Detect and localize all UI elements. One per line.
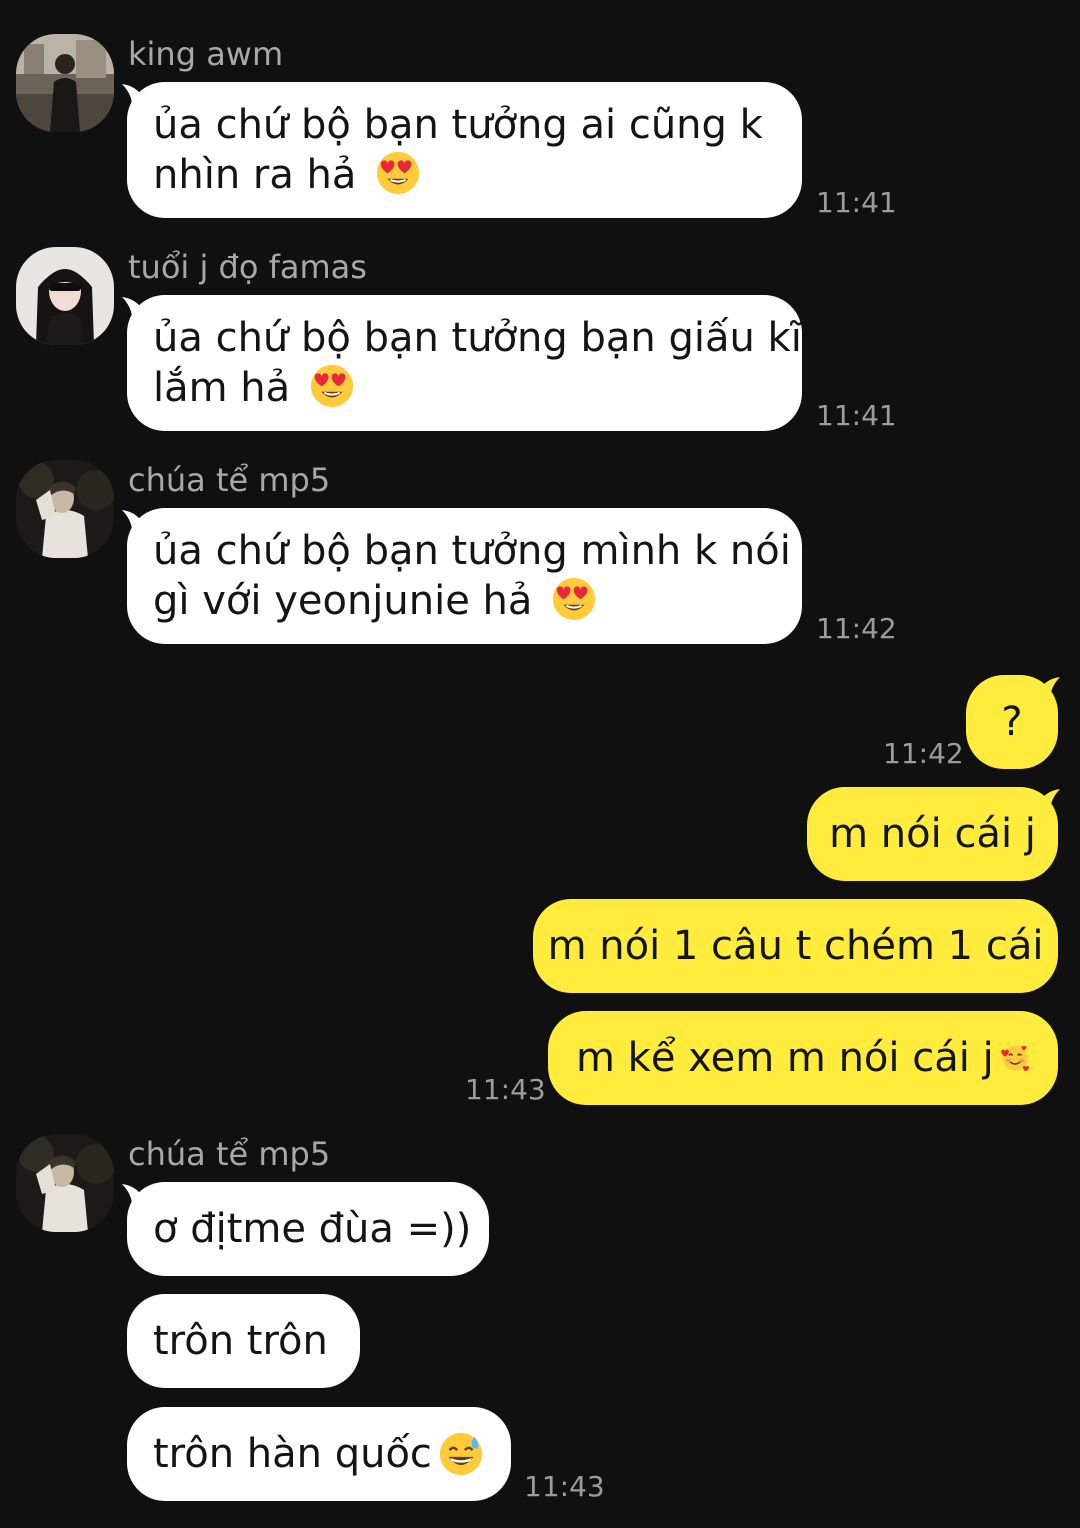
message-text: ơ địtme đùa =)) [153,1206,472,1252]
message-text: ủa chứ bộ bạn tưởng mình k nói [153,528,791,574]
sender-name: tuổi j đọ famas [128,248,367,286]
message-time: 11:41 [816,399,897,432]
message-bubble[interactable]: ủa chứ bộ bạn tưởng bạn giấu kĩ lắm hả [127,295,802,431]
message-bubble[interactable]: ủa chứ bộ bạn tưởng mình k nói gì với ye… [127,508,802,644]
heart-eyes-emoji-icon [553,577,596,621]
message-bubble[interactable]: ơ địtme đùa =)) [127,1182,489,1276]
heart-eyes-emoji-icon [310,364,353,408]
heart-eyes-emoji-icon [377,151,420,195]
message-bubble[interactable]: trôn trôn [127,1294,360,1388]
message-bubble-outgoing[interactable]: ? [966,675,1058,769]
sweat-smile-emoji-icon [439,1432,483,1476]
smiling-face-with-hearts-emoji-icon [1000,1045,1029,1072]
message-text: m kể xem m nói cái j [576,1035,994,1081]
message-text: m nói 1 câu t chém 1 cái [547,923,1044,969]
avatar-chua-te-mp5[interactable] [16,1134,114,1232]
message-bubble[interactable]: ủa chứ bộ bạn tưởng ai cũng k nhìn ra hả [127,82,802,218]
message-time: 11:42 [816,612,897,645]
message-bubble-outgoing[interactable]: m nói cái j [807,787,1058,881]
message-text: gì với yeonjunie hả [153,578,533,624]
avatar-king-awm[interactable] [16,34,114,132]
message-time: 11:43 [524,1470,605,1503]
sender-name: king awm [128,35,284,73]
message-text: ủa chứ bộ bạn tưởng bạn giấu kĩ [153,315,802,361]
sender-name: chúa tể mp5 [128,461,331,499]
avatar-tuoi-j-do-famas[interactable] [16,247,114,345]
avatar-chua-te-mp5[interactable] [16,460,114,558]
message-text: nhìn ra hả [153,152,357,198]
message-time: 11:42 [883,737,964,770]
message-text: m nói cái j [829,811,1036,857]
message-bubble[interactable]: trôn hàn quốc [127,1407,511,1501]
message-text: trôn trôn [153,1318,328,1364]
message-text: ? [1001,699,1023,745]
message-time: 11:43 [465,1073,546,1106]
message-bubble-outgoing[interactable]: m kể xem m nói cái j [548,1011,1058,1105]
message-bubble-outgoing[interactable]: m nói 1 câu t chém 1 cái [533,899,1058,993]
message-time: 11:41 [816,186,897,219]
message-text: ủa chứ bộ bạn tưởng ai cũng k [153,102,763,148]
user-photo-icon [16,34,114,132]
user-photo-icon [16,460,114,558]
sender-name: chúa tể mp5 [128,1135,331,1173]
message-text: lắm hả [153,365,291,411]
user-photo-icon [16,247,114,345]
message-text: trôn hàn quốc [153,1431,432,1477]
user-photo-icon [16,1134,114,1232]
